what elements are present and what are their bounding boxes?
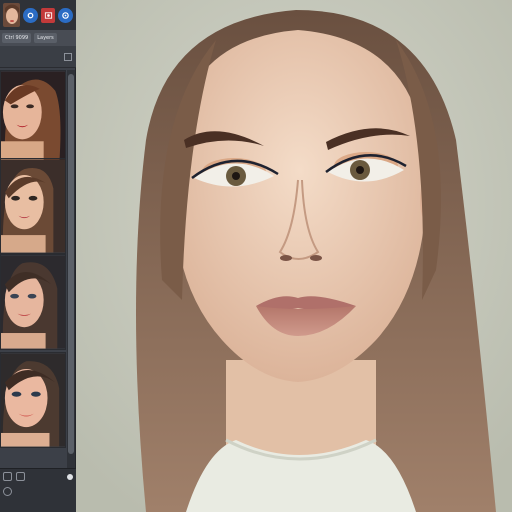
thumbnail-list (0, 70, 66, 468)
photo-editor-window: Ctrl 9099 Layers (0, 0, 512, 512)
photo-icon[interactable] (40, 7, 56, 23)
scrollbar-handle[interactable] (68, 74, 74, 454)
thumbnail-scrollbar[interactable] (67, 70, 75, 468)
panel-subbar (0, 46, 76, 68)
help-icon[interactable] (58, 7, 74, 23)
panel-tabs: Ctrl 9099 Layers (0, 30, 76, 46)
tab-layers[interactable]: Layers (34, 33, 57, 43)
thumbnail-face-1[interactable] (0, 70, 66, 166)
panel-bottombar (0, 468, 76, 512)
thumbnail-face-4[interactable] (0, 352, 66, 448)
panel-menu-icon[interactable] (64, 52, 72, 61)
tab-ctrl[interactable]: Ctrl 9099 (2, 33, 32, 43)
new-layer-icon[interactable] (3, 472, 12, 481)
portrait-image (76, 0, 512, 512)
delete-icon[interactable] (3, 487, 12, 496)
left-panel: Ctrl 9099 Layers (0, 0, 76, 512)
status-dot-icon (67, 473, 73, 480)
thumbnail-face-3[interactable] (0, 254, 66, 350)
avatar-thumbnail[interactable] (3, 3, 21, 27)
image-canvas[interactable] (76, 0, 512, 512)
top-toolbar (0, 0, 76, 30)
settings-icon[interactable] (23, 7, 38, 23)
thumbnail-face-2[interactable] (0, 158, 66, 254)
duplicate-icon[interactable] (16, 472, 25, 481)
